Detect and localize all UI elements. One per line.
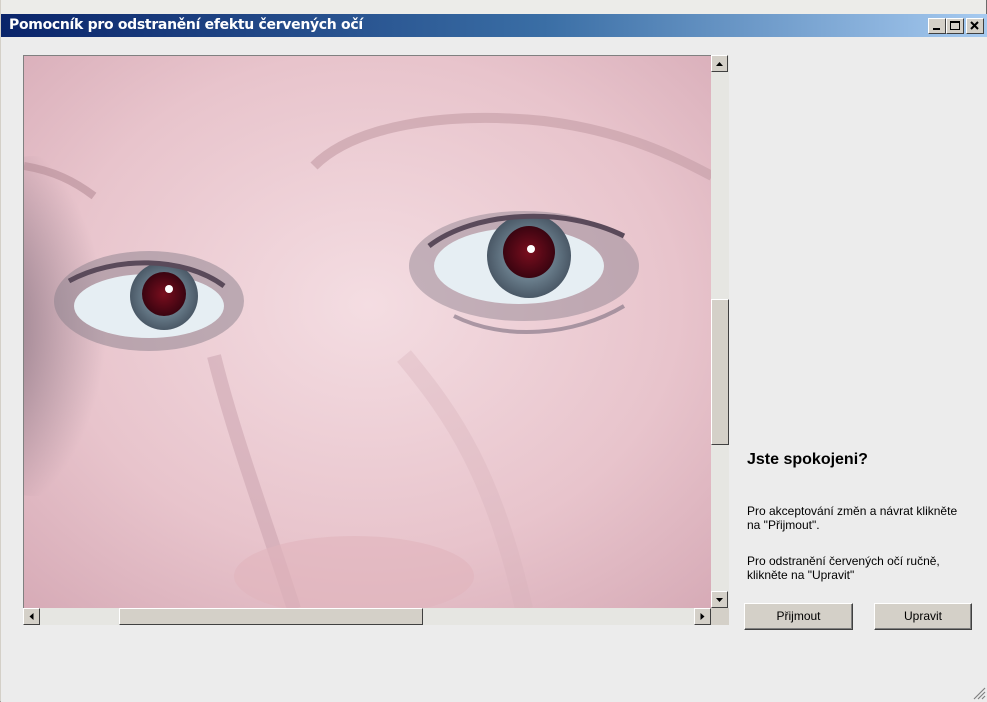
horizontal-scrollbar[interactable] (23, 608, 711, 625)
vertical-scroll-thumb[interactable] (711, 299, 729, 445)
edit-button[interactable]: Upravit (874, 603, 972, 630)
accept-info-text: Pro akceptování změn a návrat klikněte n… (747, 504, 958, 532)
scrollbar-corner (711, 608, 729, 625)
scroll-right-button[interactable] (694, 608, 711, 625)
arrow-right-icon (700, 613, 705, 620)
maximize-button[interactable] (946, 18, 964, 34)
face-photo (24, 56, 712, 609)
arrow-up-icon (716, 62, 723, 66)
close-icon (970, 21, 979, 30)
scroll-up-button[interactable] (711, 55, 728, 72)
arrow-down-icon (716, 598, 723, 602)
close-button[interactable] (966, 18, 984, 34)
question-heading: Jste spokojeni? (747, 451, 868, 468)
vertical-scrollbar[interactable] (711, 55, 729, 625)
maximize-icon (950, 21, 960, 30)
scroll-left-button[interactable] (23, 608, 40, 625)
arrow-left-icon (29, 613, 34, 620)
photo-preview[interactable] (23, 55, 713, 610)
minimize-button[interactable] (928, 18, 946, 34)
minimize-icon (933, 28, 940, 30)
resize-grip-icon[interactable] (972, 686, 986, 700)
window-title: Pomocník pro odstranění efektu červených… (9, 17, 363, 33)
title-bar[interactable]: Pomocník pro odstranění efektu červených… (1, 14, 987, 37)
scroll-down-button[interactable] (711, 591, 728, 608)
wizard-body: Jste spokojeni? Pro akceptování změn a n… (1, 37, 987, 702)
manual-info-text: Pro odstranění červených očí ručně, klik… (747, 554, 940, 582)
red-eye-wizard-window: Pomocník pro odstranění efektu červených… (0, 0, 987, 702)
horizontal-scroll-thumb[interactable] (119, 608, 423, 625)
accept-button[interactable]: Přijmout (744, 603, 853, 630)
